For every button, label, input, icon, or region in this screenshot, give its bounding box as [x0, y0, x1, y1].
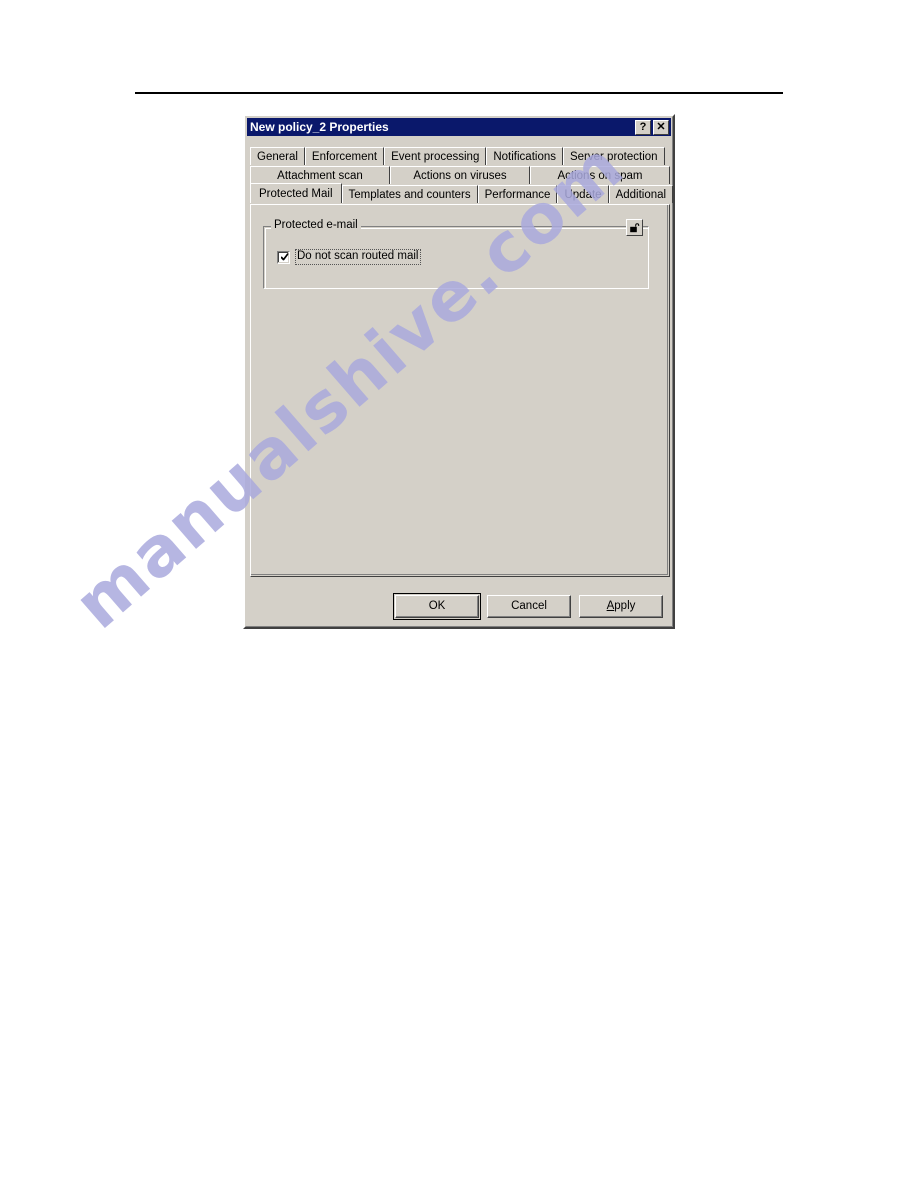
do-not-scan-routed-mail-checkbox[interactable] [277, 250, 290, 264]
cancel-button[interactable]: Cancel [487, 594, 571, 618]
tab-event-processing[interactable]: Event processing [384, 147, 487, 165]
tab-general[interactable]: General [250, 147, 305, 165]
properties-dialog: New policy_2 Properties ? ✕ General Enfo… [243, 114, 675, 629]
open-padlock-glyph [629, 222, 639, 232]
checkmark-icon [281, 252, 289, 260]
tab-notifications[interactable]: Notifications [486, 147, 563, 165]
tab-page-protected-mail: Protected e-mail Do not scan routed mail [250, 204, 670, 577]
tab-actions-on-spam[interactable]: Actions on spam [530, 166, 670, 184]
page-header-rule [135, 92, 783, 94]
do-not-scan-routed-mail-row[interactable]: Do not scan routed mail [277, 249, 422, 265]
tab-protected-mail[interactable]: Protected Mail [250, 183, 342, 203]
group-title: Protected e-mail [271, 219, 361, 231]
ok-button-label: OK [428, 600, 446, 612]
cancel-button-label: Cancel [511, 600, 547, 612]
ok-button[interactable]: OK [393, 592, 481, 620]
open-padlock-icon[interactable] [626, 219, 643, 236]
apply-button[interactable]: Apply [579, 594, 663, 618]
dialog-button-bar: OK Cancel Apply [245, 592, 673, 620]
close-button[interactable]: ✕ [653, 119, 669, 135]
dialog-title: New policy_2 Properties [250, 120, 389, 134]
do-not-scan-routed-mail-label[interactable]: Do not scan routed mail [295, 249, 422, 265]
tab-enforcement[interactable]: Enforcement [304, 147, 385, 165]
tab-update[interactable]: Update [557, 185, 609, 203]
tab-strip: General Enforcement Event processing Not… [250, 146, 674, 203]
tab-actions-on-viruses[interactable]: Actions on viruses [390, 166, 530, 184]
help-button[interactable]: ? [635, 119, 651, 135]
tab-row-2: Attachment scan Actions on viruses Actio… [250, 165, 670, 184]
tab-performance[interactable]: Performance [477, 185, 558, 203]
tab-server-protection[interactable]: Server protection [562, 147, 665, 165]
tab-attachment-scan[interactable]: Attachment scan [250, 166, 390, 184]
tab-templates-and-counters[interactable]: Templates and counters [341, 185, 478, 203]
apply-button-label: Apply [606, 600, 636, 612]
tab-row-3: Protected Mail Templates and counters Pe… [250, 183, 674, 203]
dialog-titlebar[interactable]: New policy_2 Properties ? ✕ [247, 118, 671, 136]
protected-email-group: Protected e-mail Do not scan routed mail [263, 219, 649, 289]
tab-additional[interactable]: Additional [608, 185, 674, 203]
tab-row-1: General Enforcement Event processing Not… [250, 146, 670, 165]
titlebar-buttons: ? ✕ [635, 119, 669, 135]
